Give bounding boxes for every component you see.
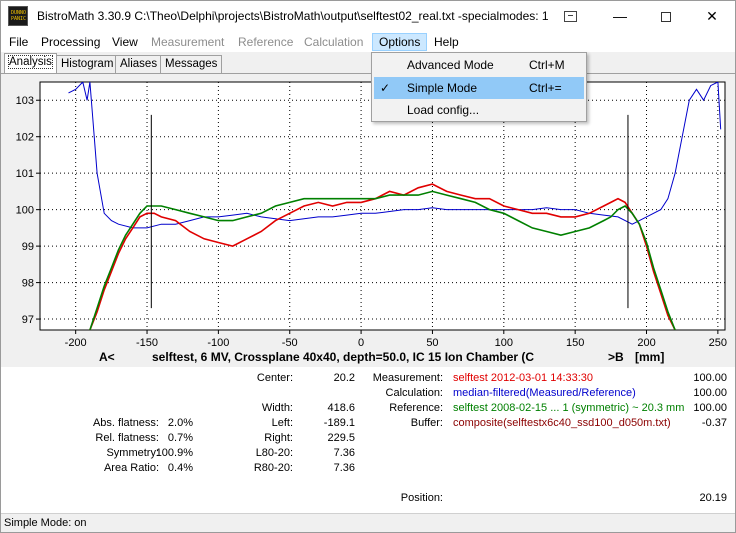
measurement-text: selftest 2012-03-01 14:33:30 [453, 372, 594, 384]
width-value: 418.6 [327, 402, 355, 414]
x-tick-label: -50 [282, 337, 298, 349]
reference-label: Reference: [389, 402, 443, 414]
menu-item-load-config[interactable]: Load config... [374, 99, 584, 121]
menu-options[interactable]: Options [372, 33, 428, 51]
menu-file[interactable]: File [3, 33, 34, 51]
right-value: 229.5 [327, 432, 355, 444]
x-tick-label: 200 [637, 337, 655, 349]
tab-messages[interactable]: Messages [160, 55, 223, 73]
x-tick-label: 150 [566, 337, 584, 349]
options-dropdown-menu: Advanced Mode Ctrl+M ✓ Simple Mode Ctrl+… [371, 52, 587, 122]
width-label: Width: [261, 402, 293, 414]
reference-text: selftest 2008-02-15 ... 1 (symmetric) ~ … [453, 402, 685, 414]
profile-chart-area[interactable]: -200 -150 -100 -50 0 50 100 150 200 250 97 98 99 100 1… [1, 73, 735, 367]
rel-flatness-label: Rel. flatness: [95, 432, 159, 444]
reference-value: 100.00 [693, 402, 727, 414]
symmetry-value: 100.9% [155, 447, 193, 459]
status-bar: Simple Mode: on [1, 513, 735, 532]
checkmark-icon: ✓ [380, 81, 391, 95]
menu-calculation[interactable]: Calculation [298, 33, 369, 51]
area-ratio-value: 0.4% [167, 462, 193, 474]
x-tick-label: 50 [426, 337, 438, 349]
title-bar[interactable]: DUNNO PANIC BistroMath 3.30.9 C:\Theo\De… [1, 1, 735, 32]
left-label: Left: [271, 417, 293, 429]
x-tick-label: 0 [358, 337, 364, 349]
center-value: 20.2 [333, 372, 355, 384]
window-title: BistroMath 3.30.9 C:\Theo\Delphi\project… [37, 9, 549, 23]
y-tick-label: 102 [16, 132, 34, 144]
measurement-label: Measurement: [372, 372, 443, 384]
profile-chart[interactable]: -200 -150 -100 -50 0 50 100 150 200 250 97 98 99 100 1… [1, 74, 735, 368]
calculation-value: 100.00 [693, 387, 727, 399]
y-tick-label: 103 [16, 95, 34, 107]
menu-measurement[interactable]: Measurement [145, 33, 230, 51]
tab-histogram[interactable]: Histogram [56, 55, 119, 73]
calculation-label: Calculation: [385, 387, 443, 399]
x-tick-label: 100 [495, 337, 513, 349]
x-tick-label: -100 [207, 337, 229, 349]
center-label: Center: [256, 372, 293, 384]
buffer-text: composite(selftestx6c40_ssd100_d050m.txt… [453, 417, 671, 429]
right-label: Right: [264, 432, 293, 444]
r80-label: R80-20: [253, 462, 293, 474]
right-marker-label: >B [608, 350, 624, 364]
symmetry-label: Symmetry: [106, 447, 159, 459]
position-value: 20.19 [699, 492, 727, 504]
menu-reference[interactable]: Reference [232, 33, 299, 51]
y-tick-label: 99 [22, 241, 34, 253]
area-ratio-label: Area Ratio: [103, 462, 159, 474]
abs-flatness-value: 2.0% [167, 417, 193, 429]
chart-title: selftest, 6 MV, Crossplane 40x40, depth=… [152, 350, 534, 364]
y-tick-label: 100 [16, 205, 34, 217]
tab-aliases[interactable]: Aliases [115, 55, 163, 73]
abs-flatness-label: Abs. flatness: [92, 417, 159, 429]
menu-item-advanced-mode[interactable]: Advanced Mode Ctrl+M [374, 54, 584, 76]
tab-strip: Analysis Histogram Aliases Messages [1, 52, 735, 73]
menu-help[interactable]: Help [428, 33, 465, 51]
app-logo-icon[interactable]: DUNNO PANIC [8, 6, 28, 26]
menu-bar: File Processing View Measurement Referen… [1, 32, 735, 52]
y-tick-label: 98 [22, 278, 34, 290]
x-tick-label: 250 [709, 337, 727, 349]
left-marker-label: A< [99, 350, 115, 364]
maximize-icon [661, 12, 671, 23]
x-tick-label: -150 [136, 337, 158, 349]
close-button[interactable]: ✕ [689, 1, 735, 32]
calculation-text: median-filtered(Measured/Reference) [453, 387, 636, 399]
y-tick-label: 101 [16, 168, 34, 180]
r80-value: 7.36 [333, 462, 355, 474]
l80-value: 7.36 [333, 447, 355, 459]
buffer-label: Buffer: [410, 417, 443, 429]
restore-icon[interactable] [564, 11, 577, 22]
minimize-button[interactable]: — [597, 1, 643, 32]
rel-flatness-value: 0.7% [167, 432, 193, 444]
y-tick-label: 97 [22, 314, 34, 326]
measurement-value: 100.00 [693, 372, 727, 384]
x-tick-label: -200 [65, 337, 87, 349]
position-label: Position: [400, 492, 443, 504]
buffer-value: -0.37 [701, 417, 727, 429]
l80-label: L80-20: [255, 447, 293, 459]
x-axis-label: [mm] [635, 350, 664, 364]
analysis-panel: Center: 20.2 Width: 418.6 Left: -189.1 R… [1, 367, 735, 513]
menu-processing[interactable]: Processing [35, 33, 106, 51]
menu-item-simple-mode[interactable]: ✓ Simple Mode Ctrl+= [374, 77, 584, 99]
main-window: DUNNO PANIC BistroMath 3.30.9 C:\Theo\De… [0, 0, 736, 533]
left-value: -189.1 [323, 417, 355, 429]
tab-analysis[interactable]: Analysis [4, 53, 57, 73]
maximize-button[interactable] [643, 1, 689, 32]
menu-view[interactable]: View [106, 33, 144, 51]
